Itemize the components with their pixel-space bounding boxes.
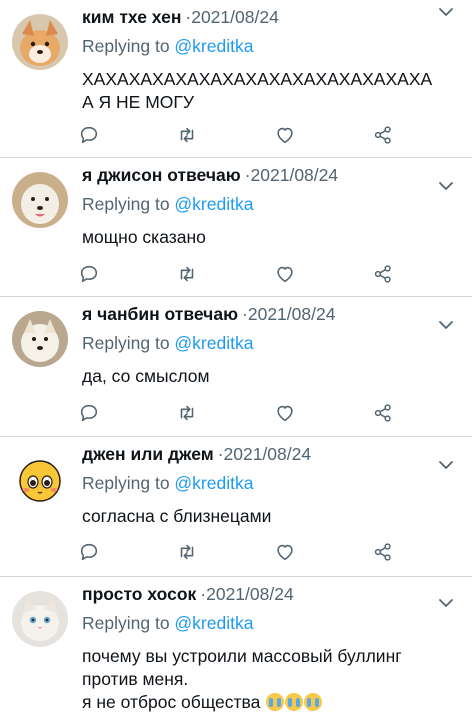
tweet-text-line: почему вы устроили массовый буллинг [82, 646, 402, 666]
replying-prefix: Replying to [82, 36, 175, 56]
tweet-date[interactable]: 2021/08/24 [191, 7, 279, 27]
reply-button[interactable] [78, 402, 102, 426]
replying-to: Replying to @kreditka [82, 34, 462, 58]
reply-thread: ким тхе хен ·2021/08/24 Replying to @kred… [0, 0, 472, 720]
retweet-button[interactable] [176, 263, 200, 287]
avatar[interactable] [12, 172, 68, 228]
tweet-date[interactable]: 2021/08/24 [248, 304, 336, 324]
dog-avatar-icon [12, 14, 68, 70]
tweet-item[interactable]: джен или джем ·2021/08/24 Replying to @kr… [0, 437, 472, 577]
comment-bubble-icon [80, 126, 98, 144]
heart-icon [277, 127, 293, 144]
reply-button[interactable] [78, 263, 102, 287]
display-name[interactable]: джен или джем [82, 444, 214, 464]
crying-face-emoji-icon [304, 693, 323, 711]
blushing-face-avatar-icon [12, 451, 68, 507]
tweet-date[interactable]: 2021/08/24 [224, 444, 312, 464]
tweet-actions [80, 541, 402, 567]
share-button[interactable] [372, 124, 396, 148]
tweet-text: ХАХАХАХАХАХАХАХАХАХАХАХАХАХАХА А Я НЕ МО… [82, 68, 462, 114]
tweet-date[interactable]: 2021/08/24 [251, 165, 339, 185]
heart-icon [277, 405, 293, 422]
tweet-item[interactable]: просто хосок ·2021/08/24 Replying to @kre… [0, 577, 472, 720]
retweet-icon [180, 127, 194, 143]
tweet-text: да, со смыслом [82, 365, 462, 388]
share-button[interactable] [372, 263, 396, 287]
comment-bubble-icon [80, 543, 98, 561]
replying-to: Replying to @kreditka [82, 331, 462, 355]
tweet-text: почему вы устроили массовый буллинг прот… [82, 645, 462, 714]
heart-icon [277, 544, 293, 561]
display-name[interactable]: ким тхе хен [82, 7, 181, 27]
replying-handle-link[interactable]: @kreditka [174, 333, 253, 353]
replying-to: Replying to @kreditka [82, 192, 462, 216]
dog-avatar-icon [12, 311, 68, 367]
share-button[interactable] [372, 402, 396, 426]
share-button[interactable] [372, 541, 396, 565]
replying-to: Replying to @kreditka [82, 471, 462, 495]
chevron-down-icon[interactable] [436, 455, 456, 475]
retweet-icon [180, 544, 194, 560]
tweet-text-line: согласна с близнецами [82, 506, 272, 526]
tweet-date[interactable]: 2021/08/24 [206, 584, 294, 604]
retweet-button[interactable] [176, 124, 200, 148]
replying-handle-link[interactable]: @kreditka [174, 613, 253, 633]
dog-avatar-icon [12, 172, 68, 228]
share-icon [374, 265, 391, 283]
tweet-text: мощно сказано [82, 226, 462, 249]
replying-prefix: Replying to [82, 333, 175, 353]
display-name[interactable]: просто хосок [82, 584, 196, 604]
reply-button[interactable] [78, 541, 102, 565]
retweet-button[interactable] [176, 541, 200, 565]
crying-face-emoji-icon [266, 693, 285, 711]
like-button[interactable] [274, 541, 298, 565]
chevron-down-icon[interactable] [436, 593, 456, 613]
like-button[interactable] [274, 124, 298, 148]
avatar[interactable] [12, 451, 68, 507]
tweet-text-line: да, со смыслом [82, 366, 210, 386]
tweet-item[interactable]: я чанбин отвечаю ·2021/08/24 Replying to … [0, 297, 472, 437]
like-button[interactable] [274, 402, 298, 426]
chevron-down-icon[interactable] [436, 176, 456, 196]
share-icon [374, 543, 391, 561]
replying-prefix: Replying to [82, 194, 175, 214]
avatar[interactable] [12, 311, 68, 367]
display-name[interactable]: я чанбин отвечаю [82, 304, 238, 324]
retweet-button[interactable] [176, 402, 200, 426]
avatar[interactable] [12, 14, 68, 70]
tweet-text-line: ХАХАХАХАХАХАХАХАХАХАХАХАХАХАХА [82, 69, 433, 89]
avatar[interactable] [12, 591, 68, 647]
tweet-text-fragment: я не отброс общества [82, 692, 261, 712]
tweet-text-line: я не отброс общества [82, 691, 462, 714]
replying-handle-link[interactable]: @kreditka [174, 36, 253, 56]
tweet-item[interactable]: я джисон отвечаю ·2021/08/24 Replying to … [0, 158, 472, 297]
retweet-icon [180, 405, 194, 421]
like-button[interactable] [274, 263, 298, 287]
comment-bubble-icon [80, 265, 98, 283]
chevron-down-icon[interactable] [436, 2, 456, 22]
tweet-text-line: А Я НЕ МОГУ [82, 92, 194, 112]
replying-prefix: Replying to [82, 473, 175, 493]
share-icon [374, 404, 391, 422]
replying-to: Replying to @kreditka [82, 611, 462, 635]
replying-handle-link[interactable]: @kreditka [174, 473, 253, 493]
tweet-item[interactable]: ким тхе хен ·2021/08/24 Replying to @kred… [0, 0, 472, 158]
display-name[interactable]: я джисон отвечаю [82, 165, 241, 185]
tweet-text: согласна с близнецами [82, 505, 462, 528]
tweet-actions [80, 263, 402, 289]
tweet-text-line: против меня. [82, 669, 189, 689]
crying-face-emoji-icon [285, 693, 304, 711]
comment-bubble-icon [80, 404, 98, 422]
retweet-icon [180, 266, 194, 282]
tweet-text-line: мощно сказано [82, 227, 206, 247]
share-icon [374, 126, 391, 144]
reply-button[interactable] [78, 124, 102, 148]
replying-prefix: Replying to [82, 613, 175, 633]
heart-icon [277, 266, 293, 283]
tweet-actions [80, 124, 402, 150]
cat-avatar-icon [12, 591, 68, 647]
tweet-actions [80, 402, 402, 428]
replying-handle-link[interactable]: @kreditka [174, 194, 253, 214]
chevron-down-icon[interactable] [436, 315, 456, 335]
